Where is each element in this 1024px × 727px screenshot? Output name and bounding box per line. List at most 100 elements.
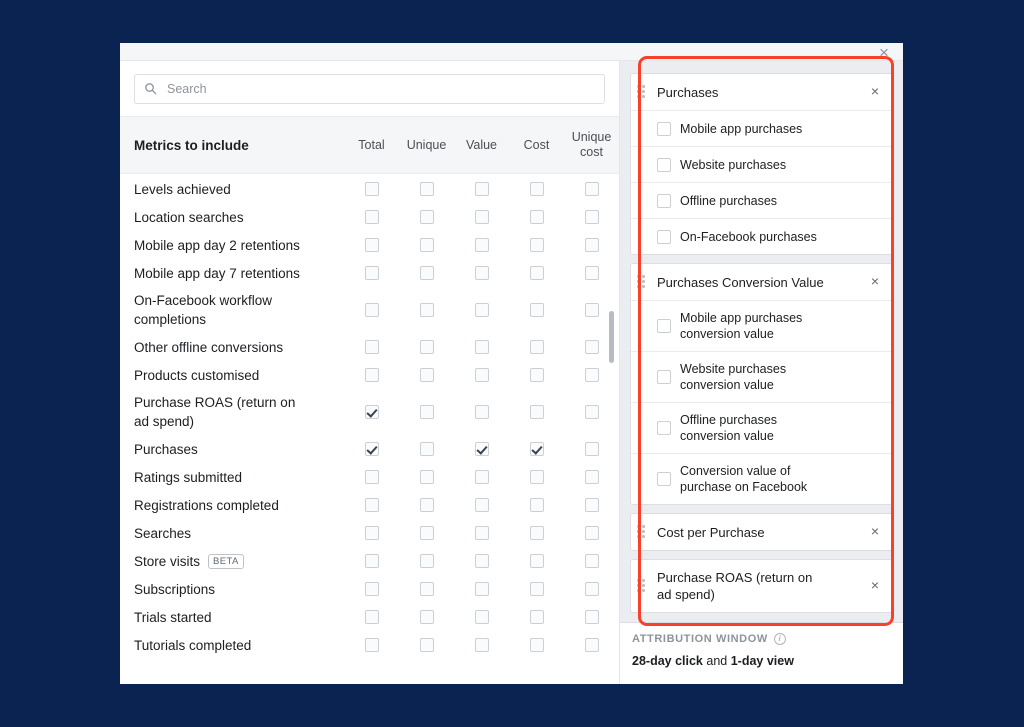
metric-checkbox-total[interactable] — [364, 638, 379, 652]
metric-checkbox-total[interactable] — [364, 498, 379, 512]
metric-checkbox-unique-cost[interactable] — [584, 405, 599, 419]
drag-handle-icon[interactable] — [637, 525, 651, 539]
metric-checkbox-unique[interactable] — [419, 582, 434, 596]
metric-checkbox-value[interactable] — [474, 368, 489, 382]
metric-checkbox-total[interactable] — [364, 368, 379, 382]
metric-checkbox-total[interactable] — [364, 582, 379, 596]
metric-checkbox-total[interactable] — [364, 210, 379, 224]
metric-checkbox-cost[interactable] — [529, 368, 544, 382]
metric-checkbox-total[interactable] — [364, 238, 379, 252]
metric-checkbox-unique[interactable] — [419, 182, 434, 196]
metric-checkbox-unique[interactable] — [419, 238, 434, 252]
remove-metric-icon[interactable]: × — [866, 523, 884, 541]
metric-checkbox-total[interactable] — [364, 526, 379, 540]
metric-checkbox-cost[interactable] — [529, 405, 544, 419]
metric-checkbox-unique-cost[interactable] — [584, 610, 599, 624]
metric-checkbox-total[interactable] — [364, 405, 379, 419]
metric-checkbox-unique-cost[interactable] — [584, 303, 599, 317]
metric-checkbox-unique[interactable] — [419, 340, 434, 354]
metrics-list[interactable]: Levels achieved Location searches Mobile a… — [120, 175, 619, 684]
metric-checkbox-cost[interactable] — [529, 303, 544, 317]
metric-checkbox-cost[interactable] — [529, 210, 544, 224]
metric-checkbox-value[interactable] — [474, 405, 489, 419]
metric-checkbox-cost[interactable] — [529, 638, 544, 652]
metric-checkbox-value[interactable] — [474, 470, 489, 484]
metric-checkbox-unique-cost[interactable] — [584, 210, 599, 224]
metric-checkbox-value[interactable] — [474, 582, 489, 596]
drag-handle-icon[interactable] — [637, 275, 651, 289]
breakdown-checkbox[interactable] — [657, 319, 671, 333]
metric-checkbox-unique[interactable] — [419, 610, 434, 624]
remove-metric-icon[interactable]: × — [866, 273, 884, 291]
metric-checkbox-value[interactable] — [474, 303, 489, 317]
metric-checkbox-unique[interactable] — [419, 405, 434, 419]
metrics-list-scrollbar[interactable] — [609, 311, 614, 363]
search-box[interactable] — [134, 73, 605, 104]
metric-checkbox-unique[interactable] — [419, 638, 434, 652]
breakdown-checkbox[interactable] — [657, 157, 671, 172]
metric-checkbox-cost[interactable] — [529, 266, 544, 280]
metric-checkbox-value[interactable] — [474, 610, 489, 624]
drag-handle-icon[interactable] — [637, 85, 651, 99]
drag-handle-icon[interactable] — [637, 579, 651, 593]
breakdown-checkbox[interactable] — [657, 121, 671, 136]
remove-metric-icon[interactable]: × — [866, 577, 884, 595]
metric-checkbox-cost[interactable] — [529, 442, 544, 456]
metric-checkbox-unique[interactable] — [419, 498, 434, 512]
metric-checkbox-unique-cost[interactable] — [584, 238, 599, 252]
metric-checkbox-cost[interactable] — [529, 498, 544, 512]
metric-checkbox-total[interactable] — [364, 470, 379, 484]
metric-checkbox-unique[interactable] — [419, 368, 434, 382]
metric-checkbox-unique[interactable] — [419, 442, 434, 456]
metric-checkbox-value[interactable] — [474, 526, 489, 540]
metric-checkbox-cost[interactable] — [529, 340, 544, 354]
metric-checkbox-unique-cost[interactable] — [584, 554, 599, 568]
metric-checkbox-cost[interactable] — [529, 470, 544, 484]
metric-checkbox-cost[interactable] — [529, 610, 544, 624]
metric-checkbox-value[interactable] — [474, 182, 489, 196]
metric-checkbox-cost[interactable] — [529, 582, 544, 596]
metric-checkbox-value[interactable] — [474, 340, 489, 354]
metric-checkbox-value[interactable] — [474, 638, 489, 652]
metric-checkbox-unique[interactable] — [419, 210, 434, 224]
metric-checkbox-cost[interactable] — [529, 182, 544, 196]
metric-checkbox-unique[interactable] — [419, 266, 434, 280]
metric-checkbox-cost[interactable] — [529, 526, 544, 540]
metric-checkbox-unique-cost[interactable] — [584, 368, 599, 382]
metric-checkbox-value[interactable] — [474, 266, 489, 280]
metric-checkbox-unique-cost[interactable] — [584, 442, 599, 456]
metric-checkbox-total[interactable] — [364, 182, 379, 196]
breakdown-checkbox[interactable] — [657, 229, 671, 244]
breakdown-checkbox[interactable] — [657, 193, 671, 208]
remove-metric-icon[interactable]: × — [866, 83, 884, 101]
metric-checkbox-total[interactable] — [364, 340, 379, 354]
breakdown-checkbox[interactable] — [657, 472, 671, 486]
metric-checkbox-unique-cost[interactable] — [584, 470, 599, 484]
breakdown-checkbox[interactable] — [657, 370, 671, 384]
metric-checkbox-unique[interactable] — [419, 554, 434, 568]
metric-checkbox-unique-cost[interactable] — [584, 638, 599, 652]
metric-checkbox-value[interactable] — [474, 498, 489, 512]
metric-checkbox-unique-cost[interactable] — [584, 266, 599, 280]
metric-checkbox-total[interactable] — [364, 610, 379, 624]
metric-checkbox-value[interactable] — [474, 554, 489, 568]
metric-checkbox-total[interactable] — [364, 303, 379, 317]
metric-checkbox-total[interactable] — [364, 442, 379, 456]
metric-checkbox-value[interactable] — [474, 442, 489, 456]
metric-checkbox-unique[interactable] — [419, 470, 434, 484]
info-icon[interactable]: i — [773, 633, 786, 645]
metric-checkbox-value[interactable] — [474, 210, 489, 224]
metric-checkbox-unique-cost[interactable] — [584, 582, 599, 596]
metric-checkbox-total[interactable] — [364, 554, 379, 568]
metric-checkbox-unique-cost[interactable] — [584, 340, 599, 354]
metric-checkbox-unique-cost[interactable] — [584, 526, 599, 540]
metric-checkbox-cost[interactable] — [529, 238, 544, 252]
metric-checkbox-total[interactable] — [364, 266, 379, 280]
metric-checkbox-unique[interactable] — [419, 526, 434, 540]
metric-checkbox-unique[interactable] — [419, 303, 434, 317]
breakdown-checkbox[interactable] — [657, 421, 671, 435]
metric-checkbox-value[interactable] — [474, 238, 489, 252]
metric-checkbox-cost[interactable] — [529, 554, 544, 568]
metric-checkbox-unique-cost[interactable] — [584, 498, 599, 512]
search-input[interactable] — [165, 80, 595, 97]
